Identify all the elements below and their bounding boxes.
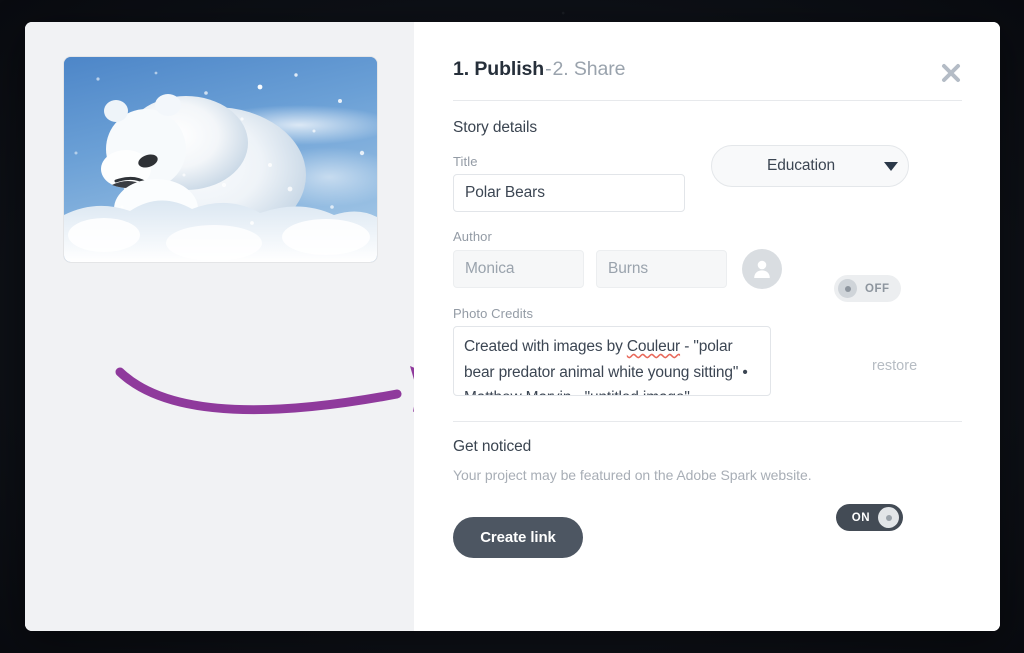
step-publish[interactable]: 1. Publish <box>453 58 544 80</box>
credits-text-a: Created with images by <box>464 338 627 355</box>
create-link-button[interactable]: Create link <box>453 517 583 558</box>
story-details-title: Story details <box>453 119 537 136</box>
preview-pane <box>25 22 457 631</box>
author-last-name-input[interactable] <box>596 250 727 288</box>
credits-misspelled-word: Couleur <box>626 338 681 355</box>
feature-toggle-label: ON <box>851 511 870 524</box>
person-avatar-icon <box>754 260 770 278</box>
close-x-icon <box>942 64 960 82</box>
author-first-name-input[interactable] <box>453 250 584 288</box>
step-share[interactable]: 2. Share <box>553 58 626 80</box>
publish-dialog: 1. Publish-2. Share Story details Title … <box>25 22 1000 631</box>
toggle-knob <box>878 507 899 528</box>
photo-credits-label: Photo Credits <box>453 306 534 321</box>
section-divider <box>453 421 962 422</box>
step-breadcrumb: 1. Publish-2. Share <box>453 47 962 81</box>
feature-project-toggle[interactable]: ON <box>836 504 903 531</box>
author-toggle-label: OFF <box>865 282 890 295</box>
author-label: Author <box>453 229 492 244</box>
header-divider <box>453 100 962 101</box>
photo-credits-textarea[interactable]: Created with images by Couleur - "polar … <box>453 326 771 396</box>
chevron-down-icon <box>874 161 908 171</box>
close-dialog-button[interactable] <box>934 56 968 90</box>
polar-bear-photo <box>64 57 377 262</box>
get-noticed-title: Get noticed <box>453 438 532 455</box>
author-avatar-upload[interactable] <box>742 249 782 289</box>
category-selected-value: Education <box>766 157 836 174</box>
toggle-knob <box>838 279 857 298</box>
credits-text-b: - "polar <box>680 338 733 355</box>
get-noticed-description: Your project may be featured on the Adob… <box>453 467 812 483</box>
photo-credits-row: Created with images by Couleur - "polar … <box>453 326 962 396</box>
project-thumbnail[interactable] <box>64 57 377 262</box>
author-visibility-toggle[interactable]: OFF <box>834 275 901 302</box>
step-separator: - <box>545 58 552 80</box>
restore-credits-link[interactable]: restore <box>872 358 917 374</box>
title-input[interactable] <box>453 174 685 212</box>
form-pane: 1. Publish-2. Share Story details Title … <box>414 22 1000 631</box>
credits-line-2: bear predator animal white young sitting… <box>464 363 739 381</box>
category-dropdown[interactable]: Education <box>711 145 909 187</box>
